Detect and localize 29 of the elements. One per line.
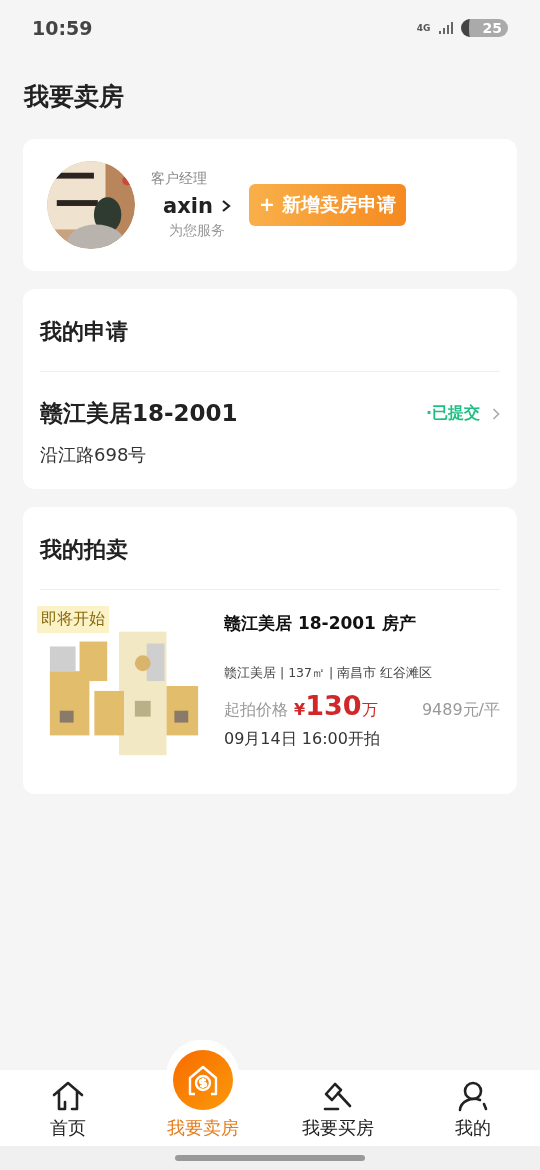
network-type: 4G	[416, 23, 431, 33]
manager-note: 为您服务	[169, 222, 226, 240]
auction-title[interactable]: 赣江美居 18-2001 房产	[224, 612, 500, 635]
section-title: 我的申请	[40, 289, 500, 372]
signal-icon	[438, 22, 453, 34]
starting-price: 130	[305, 690, 362, 721]
page-title: 我要卖房	[24, 81, 125, 113]
price-label: 起拍价格	[224, 700, 288, 721]
auction-start-time: 09月14日 16:00开拍	[224, 729, 381, 750]
property-details: 赣江美居 | 137㎡ | 南昌市 红谷滩区	[224, 665, 434, 682]
price-unit: 万	[361, 700, 378, 721]
currency-symbol: ¥	[294, 700, 306, 719]
tab[interactable]: 首页	[0, 1070, 135, 1146]
manager-role: 客户经理	[151, 170, 208, 188]
status-time: 10:59	[32, 17, 93, 39]
tab[interactable]: 我要买房	[270, 1070, 405, 1146]
property-address: 沿江路698号	[40, 443, 148, 467]
auction-status-badge: 即将开始	[37, 606, 109, 633]
application-status: ·已提交	[425, 403, 480, 424]
property-name: 赣江美居18-2001	[40, 399, 239, 428]
battery-indicator: 25	[460, 19, 508, 37]
manager-name[interactable]: axin	[163, 194, 213, 218]
unit-price: 9489元/平	[421, 700, 500, 721]
chevron-icon[interactable]	[220, 199, 231, 213]
tab[interactable]: 我的	[405, 1070, 540, 1146]
section-title: 我的拍卖	[40, 507, 500, 590]
home-icon	[50, 1080, 85, 1112]
application-item[interactable]: 赣江美居18-2001 ·已提交 沿江路698号	[40, 372, 500, 489]
chevron-icon	[492, 406, 500, 421]
